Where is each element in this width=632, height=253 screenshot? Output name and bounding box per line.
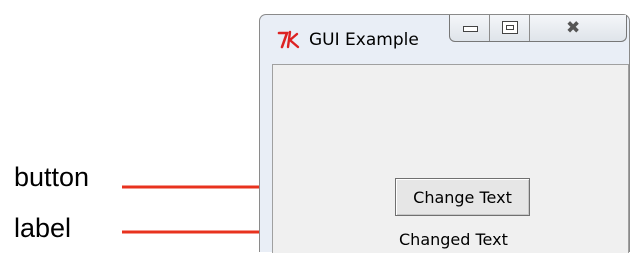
window-title: GUI Example bbox=[309, 30, 419, 50]
maximize-button[interactable] bbox=[490, 15, 530, 41]
close-icon: ✖ bbox=[566, 18, 581, 38]
window-controls: ✖ bbox=[449, 15, 627, 42]
minimize-icon bbox=[463, 26, 478, 32]
change-text-button[interactable]: Change Text bbox=[395, 178, 530, 216]
close-button[interactable]: ✖ bbox=[530, 15, 626, 41]
maximize-icon bbox=[502, 21, 518, 34]
title-bar[interactable]: GUI Example ✖ bbox=[260, 15, 629, 63]
minimize-button[interactable] bbox=[450, 15, 490, 41]
changed-text-label: Changed Text bbox=[399, 230, 508, 249]
tk-feather-icon bbox=[277, 30, 300, 49]
stage: button label GUI Example ✖ Change Text C… bbox=[0, 0, 632, 253]
app-window: GUI Example ✖ Change Text Changed Text bbox=[259, 14, 630, 253]
window-client-area: Change Text Changed Text bbox=[272, 64, 629, 253]
